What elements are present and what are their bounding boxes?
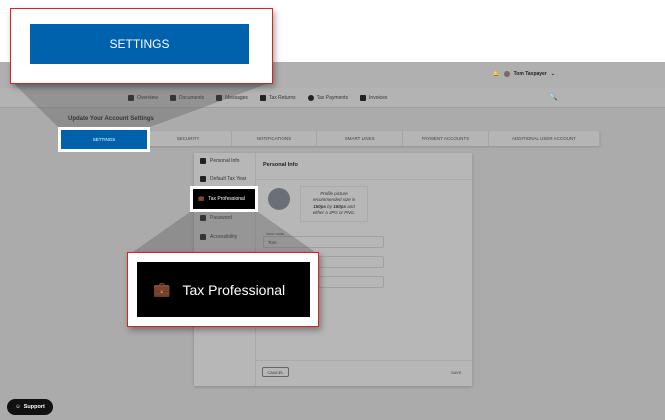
callout-tax-professional-label: Tax Professional	[182, 281, 286, 298]
wedge-tax-professional	[130, 212, 318, 254]
highlight-settings-tab[interactable]: SETTINGS	[58, 127, 150, 152]
callout-tax-professional: 💼 Tax Professional	[127, 252, 319, 327]
briefcase-icon: 💼	[198, 196, 205, 202]
wedge-settings	[12, 82, 272, 127]
briefcase-icon: 💼	[153, 281, 171, 297]
callout-settings-button: SETTINGS	[30, 24, 249, 64]
highlight-tax-professional[interactable]: 💼 Tax Professional	[190, 186, 258, 212]
callout-settings: SETTINGS	[10, 8, 273, 84]
